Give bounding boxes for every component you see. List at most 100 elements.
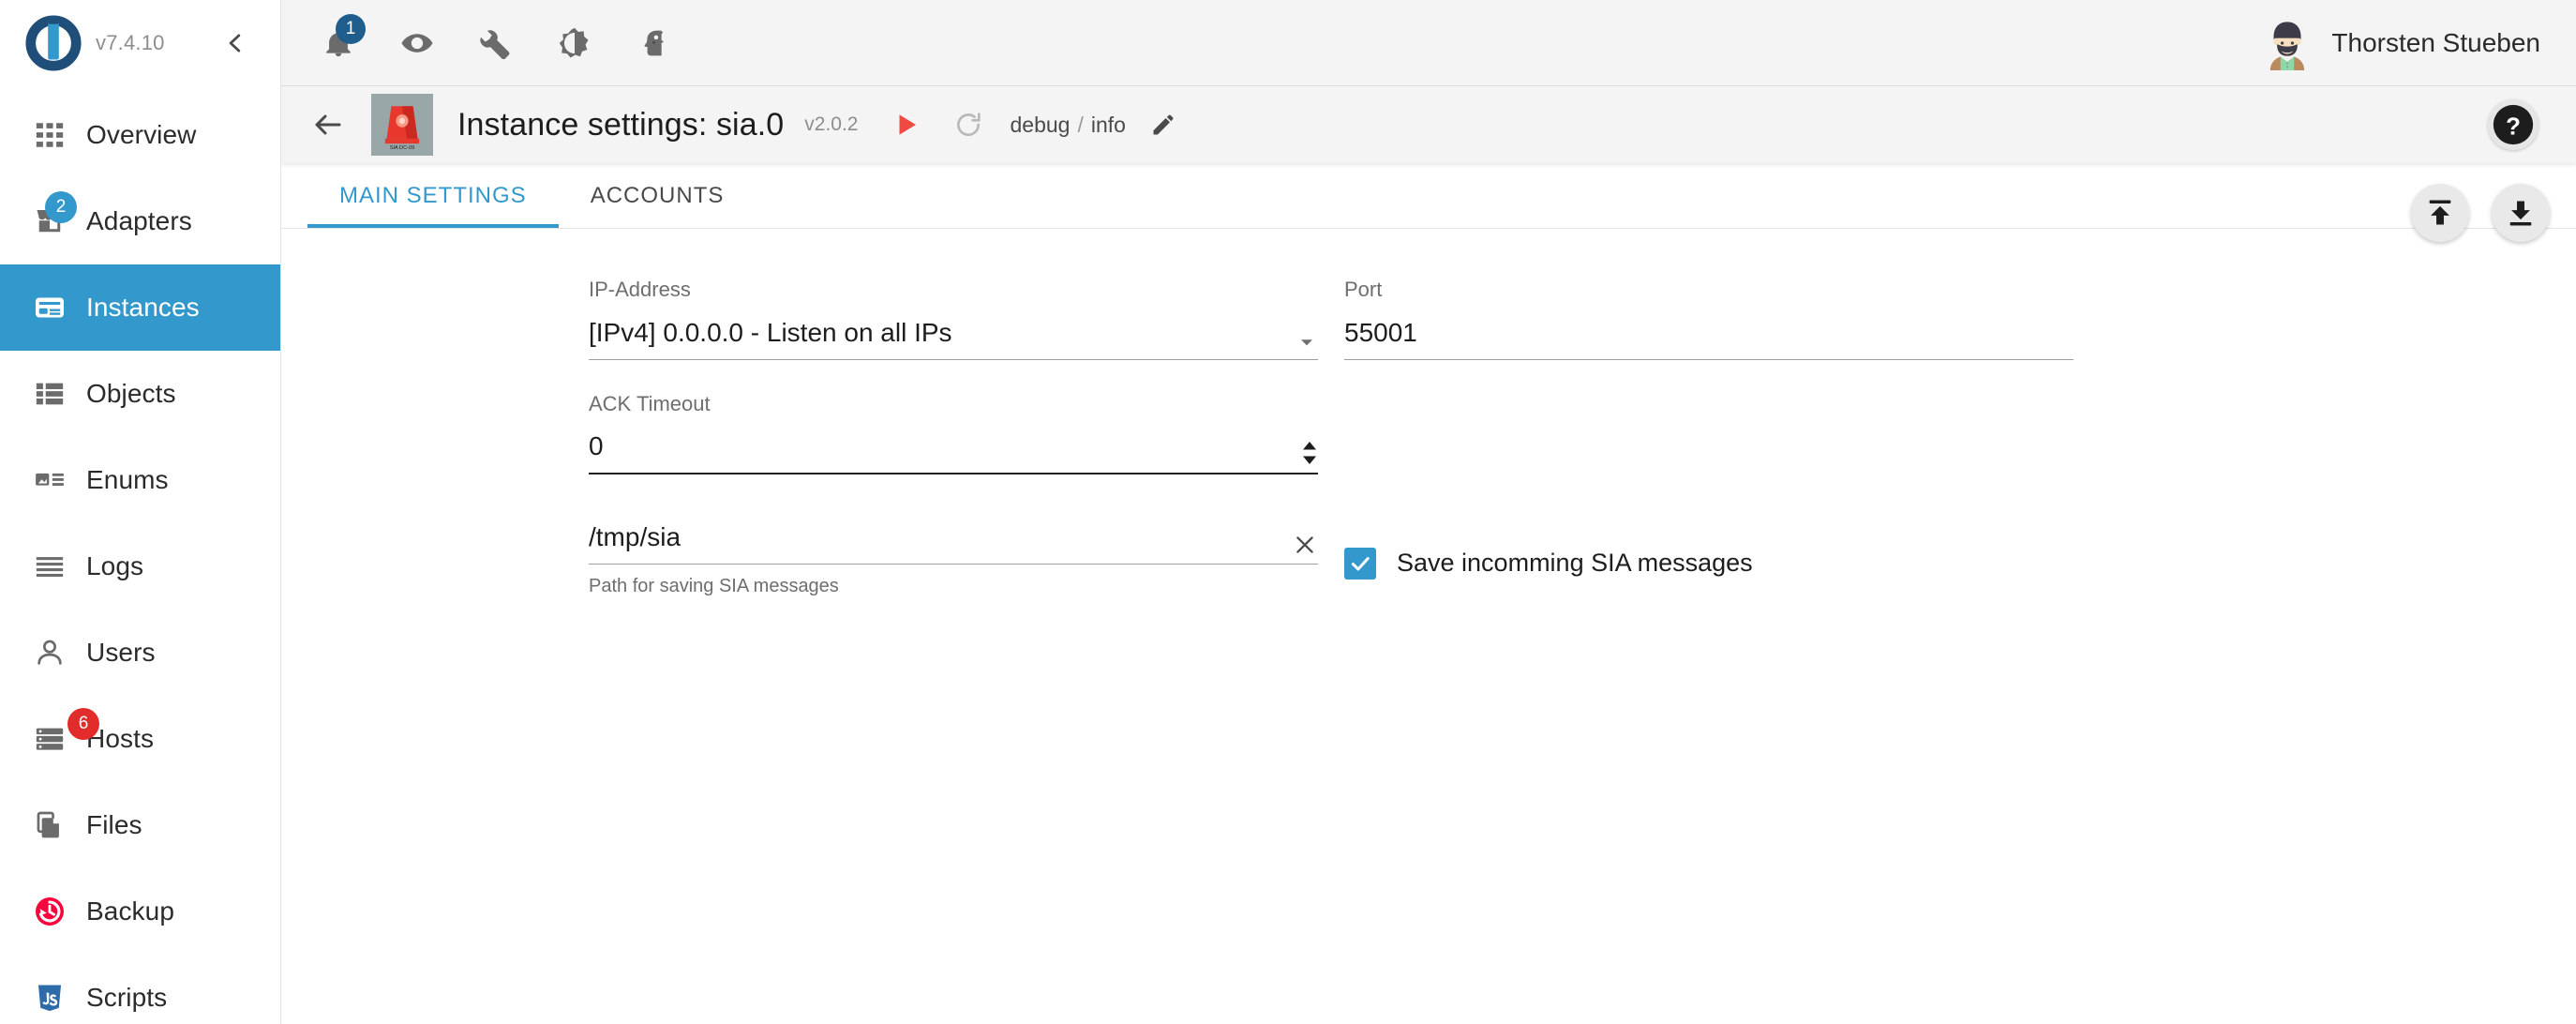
arrow-up-to-line-icon	[2424, 197, 2456, 229]
log-level-default: info	[1091, 113, 1126, 138]
sidebar-item-label: Logs	[86, 551, 143, 581]
ip-address-select[interactable]: [IPv4] 0.0.0.0 - Listen on all IPs	[589, 308, 1318, 360]
sidebar-item-label: Backup	[86, 896, 174, 926]
page-title: Instance settings: sia.0	[457, 107, 784, 143]
close-x-icon[interactable]	[1292, 532, 1318, 564]
tab-label: MAIN SETTINGS	[339, 183, 527, 209]
tab-label: ACCOUNTS	[591, 183, 725, 209]
expert-mode-button[interactable]	[626, 16, 681, 70]
chevron-left-icon	[223, 31, 247, 55]
user-menu[interactable]: Thorsten Stueben	[2260, 16, 2576, 70]
form-row-path: /tmp/sia Path for saving SIA messages	[589, 512, 2576, 597]
path-input[interactable]: /tmp/sia	[589, 512, 1318, 565]
ip-address-value: [IPv4] 0.0.0.0 - Listen on all IPs	[589, 316, 1295, 359]
path-helper-text: Path for saving SIA messages	[589, 576, 1318, 597]
refresh-icon	[953, 110, 983, 140]
back-button[interactable]	[302, 98, 354, 151]
sidebar-badge-adapters: 2	[45, 191, 77, 223]
tab-main-settings[interactable]: MAIN SETTINGS	[307, 163, 559, 228]
adapter-version-label: v2.0.2	[804, 113, 858, 136]
sidebar-item-label: Overview	[86, 120, 197, 150]
form-row-ack: ACK Timeout 0	[589, 392, 2576, 474]
top-toolbar: 1	[281, 0, 2576, 86]
sidebar-item-overview[interactable]: Overview	[0, 92, 280, 178]
sidebar-item-backup[interactable]: Backup	[0, 868, 280, 955]
checkbox-checked-icon	[1344, 548, 1376, 580]
main-area: 1	[281, 0, 2576, 1024]
grid-icon	[21, 119, 79, 151]
theme-toggle-button[interactable]	[547, 16, 602, 70]
backup-restore-icon	[21, 895, 79, 928]
wrench-settings-icon	[480, 27, 512, 59]
port-field[interactable]: Port 55001	[1344, 278, 2074, 360]
sidebar-item-logs[interactable]: Logs	[0, 523, 280, 610]
arrow-left-icon	[311, 108, 345, 142]
path-field[interactable]: /tmp/sia Path for saving SIA messages	[589, 512, 1318, 597]
system-settings-button[interactable]	[469, 16, 523, 70]
sidebar-collapse-button[interactable]	[215, 23, 256, 64]
sidebar-item-objects[interactable]: Objects	[0, 351, 280, 437]
user-name-label: Thorsten Stueben	[2331, 28, 2540, 58]
settings-form: IP-Address [IPv4] 0.0.0.0 - Listen on al…	[281, 229, 2576, 1024]
help-button[interactable]: ?	[2488, 99, 2539, 150]
form-grid: IP-Address [IPv4] 0.0.0.0 - Listen on al…	[281, 278, 2576, 597]
sidebar-item-instances[interactable]: Instances	[0, 264, 280, 351]
ip-address-label: IP-Address	[589, 278, 1318, 302]
sidebar-item-adapters[interactable]: 2 Adapters	[0, 178, 280, 264]
page-header: SIA DC-09 Instance settings: sia.0 v2.0.…	[281, 86, 2576, 163]
store-icon: 2	[21, 204, 79, 238]
eye-visibility-icon	[400, 26, 434, 60]
sidebar-item-label: Users	[86, 638, 156, 668]
app-root: v7.4.10 Overview	[0, 0, 2576, 1024]
server-icon: 6	[21, 723, 79, 755]
restart-instance-button[interactable]	[944, 100, 993, 149]
sidebar-item-label: Adapters	[86, 206, 192, 236]
iobroker-logo-icon	[24, 14, 82, 72]
settings-tabs: MAIN SETTINGS ACCOUNTS	[281, 163, 2576, 229]
logs-lines-icon	[21, 550, 79, 582]
files-copy-icon	[21, 809, 79, 841]
sidebar-item-scripts[interactable]: Scripts	[0, 955, 280, 1024]
pencil-icon	[1150, 112, 1176, 138]
arrow-down-to-line-icon	[2505, 197, 2537, 229]
chevron-down-icon[interactable]	[1295, 331, 1318, 359]
sidebar-item-files[interactable]: Files	[0, 782, 280, 868]
ip-address-field[interactable]: IP-Address [IPv4] 0.0.0.0 - Listen on al…	[589, 278, 1318, 360]
instances-icon	[21, 291, 79, 324]
sidebar-badge-hosts: 6	[67, 708, 99, 740]
sidebar-item-enums[interactable]: Enums	[0, 437, 280, 523]
help-question-icon: ?	[2488, 99, 2539, 150]
ack-timeout-label: ACK Timeout	[589, 392, 1318, 416]
sidebar-header: v7.4.10	[0, 0, 280, 86]
form-row-connection: IP-Address [IPv4] 0.0.0.0 - Listen on al…	[589, 278, 2576, 360]
expert-mode-head-icon	[638, 28, 668, 58]
log-level-separator: /	[1077, 113, 1083, 138]
port-value: 55001	[1344, 316, 2074, 359]
notifications-button[interactable]: 1	[311, 16, 366, 70]
user-icon	[21, 637, 79, 669]
save-messages-checkbox[interactable]: Save incomming SIA messages	[1344, 529, 1753, 597]
download-import-button[interactable]	[2492, 184, 2550, 242]
svg-text:SIA DC-09: SIA DC-09	[390, 145, 415, 151]
number-stepper-icon[interactable]	[1301, 441, 1318, 473]
upload-export-button[interactable]	[2411, 184, 2469, 242]
port-input[interactable]: 55001	[1344, 308, 2074, 360]
sidebar-item-users[interactable]: Users	[0, 610, 280, 696]
iobroker-logo	[17, 14, 90, 72]
path-value: /tmp/sia	[589, 520, 1292, 564]
instance-settings-page: SIA DC-09 Instance settings: sia.0 v2.0.…	[281, 86, 2576, 1024]
instance-adapter-icon: SIA DC-09	[371, 94, 433, 156]
start-instance-button[interactable]	[882, 100, 931, 149]
edit-log-level-button[interactable]	[1139, 100, 1188, 149]
brightness-contrast-icon	[558, 26, 592, 60]
tab-accounts[interactable]: ACCOUNTS	[559, 163, 756, 228]
avatar	[2260, 16, 2314, 70]
ack-timeout-input[interactable]: 0	[589, 422, 1318, 474]
ack-timeout-field[interactable]: ACK Timeout 0	[589, 392, 1318, 474]
sidebar-item-hosts[interactable]: 6 Hosts	[0, 696, 280, 782]
sidebar-item-label: Enums	[86, 465, 169, 495]
visibility-button[interactable]	[390, 16, 444, 70]
javascript-icon	[21, 982, 79, 1014]
log-level-control[interactable]: debug / info	[1010, 113, 1125, 138]
sidebar-item-label: Files	[86, 810, 142, 840]
